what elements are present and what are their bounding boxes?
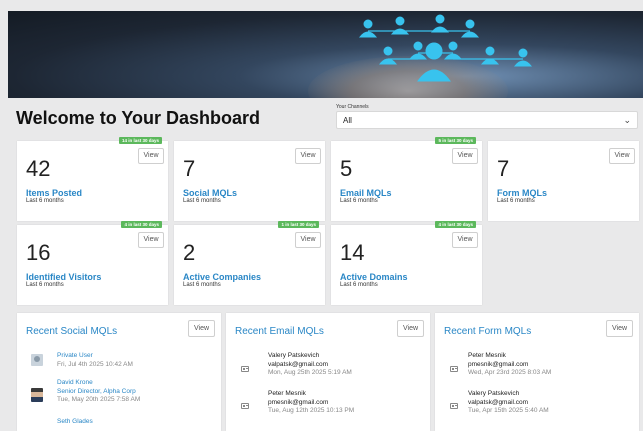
channels-label: Your Channels bbox=[336, 104, 369, 110]
card-identified-visitors: 4 in last 30 days View 16 Identified Vis… bbox=[17, 221, 168, 305]
recent-email-mqls-panel: Recent Email MQLs View Valery Patskevich… bbox=[226, 313, 430, 431]
view-button[interactable]: View bbox=[188, 320, 215, 337]
panel-title: Recent Form MQLs bbox=[444, 326, 532, 337]
list-item: Valery Patskevich valpatsk@gmail.com Mon… bbox=[268, 352, 352, 378]
card-number: 5 bbox=[340, 156, 353, 181]
card-active-companies: 1 in last 30 days View 2 Active Companie… bbox=[174, 221, 325, 305]
panel-title: Recent Social MQLs bbox=[26, 326, 118, 337]
view-button[interactable]: View bbox=[452, 232, 478, 248]
view-button[interactable]: View bbox=[397, 320, 424, 337]
panel-title: Recent Email MQLs bbox=[235, 326, 324, 337]
mql-email[interactable]: valpatsk@gmail.com bbox=[268, 361, 352, 370]
page-title: Welcome to Your Dashboard bbox=[16, 108, 261, 128]
mql-time: Tue, Aug 12th 2025 10:13 PM bbox=[268, 407, 355, 414]
chevron-down-icon: ⌄ bbox=[623, 115, 631, 125]
list-item: Private User Fri, Jul 4th 2025 10:42 AM bbox=[57, 352, 133, 369]
contact-card-icon bbox=[450, 403, 458, 409]
card-subtitle: Last 6 months bbox=[26, 198, 64, 204]
view-button[interactable]: View bbox=[138, 232, 164, 248]
view-button[interactable]: View bbox=[138, 148, 164, 164]
mql-email[interactable]: pmesnik@gmail.com bbox=[468, 361, 551, 370]
mql-name: Valery Patskevich bbox=[468, 390, 520, 397]
view-button[interactable]: View bbox=[606, 320, 633, 337]
card-form-mqls: View 7 Form MQLs Last 6 months bbox=[488, 141, 639, 221]
channels-selected-value: All bbox=[343, 116, 352, 125]
mql-time: Mon, Aug 25th 2025 5:19 AM bbox=[268, 369, 352, 376]
contact-card-icon bbox=[241, 403, 249, 409]
card-social-mqls: View 7 Social MQLs Last 6 months bbox=[174, 141, 325, 221]
card-title[interactable]: Identified Visitors bbox=[26, 272, 101, 282]
mql-time: Tue, May 20th 2025 7:58 AM bbox=[57, 396, 141, 403]
recent-form-mqls-panel: Recent Form MQLs View Peter Mesnik pmesn… bbox=[435, 313, 639, 431]
card-title[interactable]: Active Domains bbox=[340, 272, 408, 282]
mql-time: Tue, Apr 15th 2025 5:40 AM bbox=[468, 407, 549, 414]
list-item: David Krone Senior Director, Alpha Corp … bbox=[57, 379, 140, 405]
card-subtitle: Last 6 months bbox=[497, 198, 535, 204]
list-item: Peter Mesnik pmesnik@gmail.com Tue, Aug … bbox=[268, 390, 354, 416]
mql-name[interactable]: Seth Glades bbox=[57, 418, 93, 427]
card-subtitle: Last 6 months bbox=[183, 282, 221, 288]
mql-name: Peter Mesnik bbox=[268, 390, 306, 397]
view-button[interactable]: View bbox=[452, 148, 478, 164]
view-button[interactable]: View bbox=[609, 148, 635, 164]
contact-card-icon bbox=[450, 366, 458, 372]
mql-email[interactable]: pmesnik@gmail.com bbox=[268, 399, 354, 408]
channels-select[interactable]: All ⌄ bbox=[336, 111, 638, 129]
card-title[interactable]: Form MQLs bbox=[497, 188, 547, 198]
mql-email[interactable]: valpatsk@gmail.com bbox=[468, 399, 549, 408]
status-badge: 4 in last 30 days bbox=[435, 221, 476, 228]
card-number: 7 bbox=[183, 156, 196, 181]
card-number: 7 bbox=[497, 156, 510, 181]
card-number: 16 bbox=[26, 240, 51, 265]
view-button[interactable]: View bbox=[295, 148, 321, 164]
card-email-mqls: 5 in last 30 days View 5 Email MQLs Last… bbox=[331, 137, 482, 221]
card-subtitle: Last 6 months bbox=[26, 282, 64, 288]
card-title[interactable]: Email MQLs bbox=[340, 188, 392, 198]
list-item: Seth Glades bbox=[57, 418, 93, 427]
mql-name[interactable]: Private User bbox=[57, 352, 133, 361]
status-badge: 1 in last 30 days bbox=[278, 221, 319, 228]
card-subtitle: Last 6 months bbox=[340, 282, 378, 288]
status-badge: 14 in last 30 days bbox=[118, 137, 162, 144]
card-title[interactable]: Items Posted bbox=[26, 188, 82, 198]
card-number: 2 bbox=[183, 240, 196, 265]
status-badge: 5 in last 30 days bbox=[435, 137, 476, 144]
list-item: Peter Mesnik pmesnik@gmail.com Wed, Apr … bbox=[468, 352, 551, 378]
card-subtitle: Last 6 months bbox=[183, 198, 221, 204]
avatar bbox=[31, 354, 43, 366]
card-active-domains: 4 in last 30 days View 14 Active Domains… bbox=[331, 221, 482, 305]
card-title[interactable]: Social MQLs bbox=[183, 188, 237, 198]
card-items-posted: 14 in last 30 days View 42 Items Posted … bbox=[17, 137, 168, 221]
avatar bbox=[31, 388, 43, 402]
list-item: Valery Patskevich valpatsk@gmail.com Tue… bbox=[468, 390, 549, 416]
contact-card-icon bbox=[241, 366, 249, 372]
mql-name: Valery Patskevich bbox=[268, 352, 320, 359]
mql-name: Peter Mesnik bbox=[468, 352, 506, 359]
card-subtitle: Last 6 months bbox=[340, 198, 378, 204]
network-people-icon bbox=[358, 14, 533, 82]
card-number: 14 bbox=[340, 240, 365, 265]
view-button[interactable]: View bbox=[295, 232, 321, 248]
hero-banner bbox=[8, 11, 643, 98]
card-number: 42 bbox=[26, 156, 51, 181]
mql-role: Senior Director, Alpha Corp bbox=[57, 387, 136, 395]
recent-social-mqls-panel: Recent Social MQLs View Private User Fri… bbox=[17, 313, 221, 431]
card-title[interactable]: Active Companies bbox=[183, 272, 261, 282]
status-badge: 4 in last 30 days bbox=[121, 221, 162, 228]
mql-time: Wed, Apr 23rd 2025 8:03 AM bbox=[468, 369, 552, 376]
mql-time: Fri, Jul 4th 2025 10:42 AM bbox=[57, 360, 133, 368]
mql-name[interactable]: David Krone bbox=[57, 379, 140, 388]
